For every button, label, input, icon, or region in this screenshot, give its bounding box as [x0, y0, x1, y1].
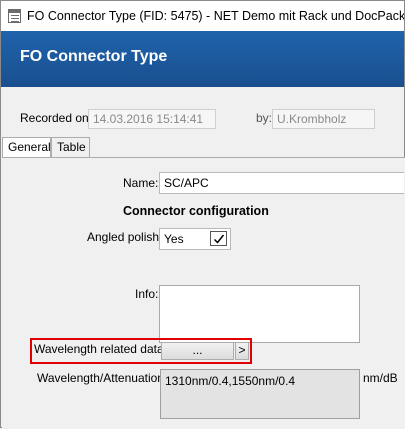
by-field: U.Krombholz — [272, 109, 375, 129]
by-label: by: — [256, 111, 273, 125]
angled-polish-value: Yes — [164, 232, 184, 246]
dialog-window: FO Connector Type (FID: 5475) - NET Demo… — [0, 0, 405, 429]
title-bar[interactable]: FO Connector Type (FID: 5475) - NET Demo… — [1, 1, 404, 31]
form-window-icon — [8, 9, 22, 23]
angled-polish-label: Angled polish: — [87, 230, 163, 244]
wavelength-data-arrow-button[interactable]: > — [235, 342, 249, 360]
header-title: FO Connector Type — [20, 48, 168, 65]
angled-polish-checkbox[interactable] — [210, 231, 227, 246]
wavelength-data-label: Wavelength related data: — [34, 342, 167, 356]
name-label: Name: — [123, 176, 159, 190]
checkmark-icon — [213, 234, 225, 244]
tab-general[interactable]: General — [2, 137, 51, 158]
wave-atten-field: 1310nm/0.4,1550nm/0.4 — [160, 369, 360, 419]
wave-atten-label: Wavelength/Attenuation — [37, 371, 164, 385]
wave-atten-value: 1310nm/0.4,1550nm/0.4 — [165, 374, 296, 388]
recorded-on-label: Recorded on: — [20, 111, 93, 125]
info-label: Info: — [135, 287, 159, 301]
window-title: FO Connector Type (FID: 5475) - NET Demo… — [27, 9, 404, 23]
unit-label: nm/dB — [363, 371, 398, 385]
name-input[interactable]: SC/APC — [159, 172, 404, 194]
info-textarea[interactable] — [159, 285, 360, 343]
wavelength-data-button[interactable]: ... — [161, 342, 234, 360]
recorded-on-field: 14.03.2016 15:14:41 — [88, 109, 216, 129]
tab-table[interactable]: Table — [51, 137, 90, 157]
section-title: Connector configuration — [123, 204, 269, 218]
dialog-header: FO Connector Type — [1, 31, 404, 87]
